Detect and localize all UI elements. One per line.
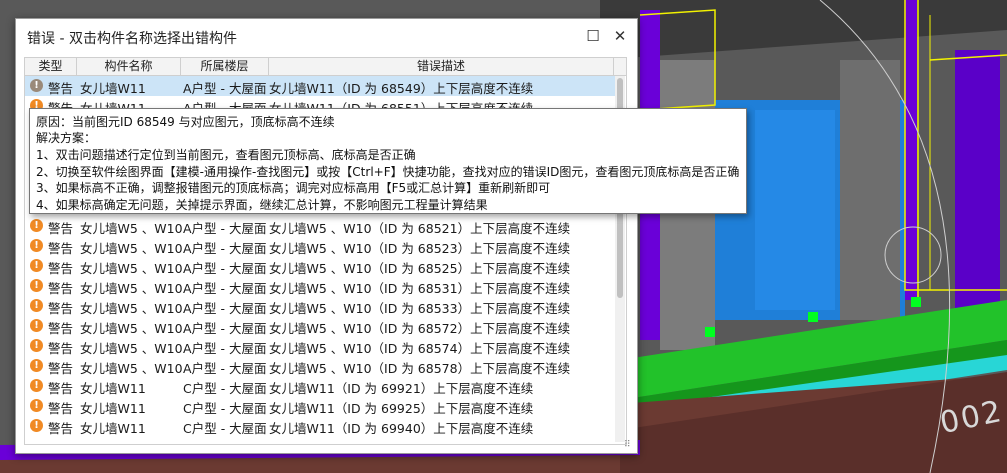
- cell-description[interactable]: 女儿墙W5 、W10（ID 为 68533）上下层高度不连续: [269, 298, 570, 317]
- warning-icon: !: [30, 359, 43, 372]
- cell-type: 警告: [48, 281, 74, 296]
- dialog-title: 错误 - 双击构件名称选择出错构件: [27, 31, 237, 47]
- column-header-floor[interactable]: 所属楼层: [181, 58, 269, 75]
- cell-component-name[interactable]: 女儿墙W5 、W10: [80, 278, 183, 297]
- cell-floor: A户型 - 大屋面: [183, 341, 267, 356]
- cell-description[interactable]: 女儿墙W5 、W10（ID 为 68525）上下层高度不连续: [269, 258, 570, 277]
- cell-floor: A户型 - 大屋面: [183, 241, 267, 256]
- cell-type: 警告: [48, 401, 74, 416]
- table-row[interactable]: ! 警告 女儿墙W5 、W10 A户型 - 大屋面 女儿墙W5 、W10（ID 为 68…: [25, 216, 615, 236]
- cell-type: 警告: [48, 301, 74, 316]
- table-row[interactable]: ! 警告 女儿墙W5 、W10 A户型 - 大屋面 女儿墙W5 、W10（ID 为 68…: [25, 356, 615, 376]
- cell-type: 警告: [48, 261, 74, 276]
- error-dialog: 错误 - 双击构件名称选择出错构件 ☐ ✕ 类型 构件名称 所属楼层 错误描述 …: [15, 18, 638, 454]
- cell-type: 警告: [48, 81, 74, 96]
- column-header-type[interactable]: 类型: [25, 58, 77, 75]
- cell-description[interactable]: 女儿墙W11（ID 为 68549）上下层高度不连续: [269, 78, 533, 97]
- warning-icon: !: [30, 239, 43, 252]
- cell-description[interactable]: 女儿墙W5 、W10（ID 为 68572）上下层高度不连续: [269, 318, 570, 337]
- column-header-description[interactable]: 错误描述: [269, 58, 614, 75]
- tooltip-solution-heading: 解决方案：: [36, 131, 97, 145]
- table-row[interactable]: ! 警告 女儿墙W11 A户型 - 大屋面 女儿墙W11（ID 为 68549）上下层高…: [25, 76, 615, 96]
- cell-component-name[interactable]: 女儿墙W5 、W10: [80, 338, 183, 357]
- cell-type: 警告: [48, 421, 74, 436]
- cell-floor: A户型 - 大屋面: [183, 261, 267, 276]
- cell-description[interactable]: 女儿墙W5 、W10（ID 为 68578）上下层高度不连续: [269, 358, 570, 377]
- cell-floor: A户型 - 大屋面: [183, 301, 267, 316]
- cell-component-name[interactable]: 女儿墙W5 、W10: [80, 238, 183, 257]
- warning-icon: !: [30, 279, 43, 292]
- cell-component-name[interactable]: 女儿墙W5 、W10: [80, 258, 183, 277]
- cell-description[interactable]: 女儿墙W5 、W10（ID 为 68523）上下层高度不连续: [269, 238, 570, 257]
- table-row[interactable]: ! 警告 女儿墙W5 、W10 A户型 - 大屋面 女儿墙W5 、W10（ID 为 68…: [25, 236, 615, 256]
- cell-type: 警告: [48, 381, 74, 396]
- cell-component-name[interactable]: 女儿墙W11: [80, 378, 146, 397]
- cell-floor: A户型 - 大屋面: [183, 281, 267, 296]
- warning-icon: !: [30, 339, 43, 352]
- table-row[interactable]: ! 警告 女儿墙W5 、W10 A户型 - 大屋面 女儿墙W5 、W10（ID 为 68…: [25, 316, 615, 336]
- cell-floor: A户型 - 大屋面: [183, 321, 267, 336]
- table-row[interactable]: ! 警告 女儿墙W11 C户型 - 大屋面 女儿墙W11（ID 为 69940）上下层高…: [25, 416, 615, 436]
- cell-component-name[interactable]: 女儿墙W5 、W10: [80, 218, 183, 237]
- cell-component-name[interactable]: 女儿墙W5 、W10: [80, 318, 183, 337]
- maximize-icon[interactable]: ☐: [582, 26, 604, 46]
- warning-icon: !: [30, 379, 43, 392]
- cell-component-name[interactable]: 女儿墙W5 、W10: [80, 358, 183, 377]
- tooltip-step-1: 1、双击问题描述行定位到当前图元，查看图元顶标高、底标高是否正确: [36, 148, 416, 162]
- warning-icon: !: [30, 399, 43, 412]
- cell-type: 警告: [48, 221, 74, 236]
- cell-type: 警告: [48, 321, 74, 336]
- cell-floor: C户型 - 大屋面: [183, 401, 267, 416]
- cell-description[interactable]: 女儿墙W11（ID 为 69940）上下层高度不连续: [269, 418, 533, 437]
- table-row[interactable]: ! 警告 女儿墙W11 C户型 - 大屋面 女儿墙W11（ID 为 69925）上下层高…: [25, 396, 615, 416]
- resize-grip-icon[interactable]: ⠿: [624, 440, 631, 450]
- warning-icon: !: [30, 259, 43, 272]
- warning-icon: !: [30, 219, 43, 232]
- cell-type: 警告: [48, 341, 74, 356]
- warning-icon: !: [30, 319, 43, 332]
- table-row[interactable]: ! 警告 女儿墙W5 、W10 A户型 - 大屋面 女儿墙W5 、W10（ID 为 68…: [25, 276, 615, 296]
- warning-icon: !: [30, 299, 43, 312]
- cell-description[interactable]: 女儿墙W5 、W10（ID 为 68574）上下层高度不连续: [269, 338, 570, 357]
- cell-floor: A户型 - 大屋面: [183, 361, 267, 376]
- cell-description[interactable]: 女儿墙W11（ID 为 69925）上下层高度不连续: [269, 398, 533, 417]
- tooltip-reason: 原因：当前图元ID 68549 与对应图元，顶底标高不连续: [36, 115, 335, 129]
- cell-floor: A户型 - 大屋面: [183, 221, 267, 236]
- table-row[interactable]: ! 警告 女儿墙W5 、W10 A户型 - 大屋面 女儿墙W5 、W10（ID 为 68…: [25, 336, 615, 356]
- dialog-titlebar[interactable]: 错误 - 双击构件名称选择出错构件 ☐ ✕: [16, 19, 637, 55]
- tooltip-step-4: 4、如果标高确定无问题，关掉提示界面，继续汇总计算，不影响图元工程量计算结果: [36, 198, 488, 212]
- cell-type: 警告: [48, 241, 74, 256]
- close-icon[interactable]: ✕: [609, 26, 631, 46]
- table-row[interactable]: ! 警告 女儿墙W5 、W10 A户型 - 大屋面 女儿墙W5 、W10（ID 为 68…: [25, 256, 615, 276]
- table-header: 类型 构件名称 所属楼层 错误描述: [25, 58, 626, 76]
- tooltip-step-3: 3、如果标高不正确，调整报错图元的顶底标高；调完对应标高用【F5或汇总计算】重新…: [36, 181, 551, 195]
- error-tooltip: 原因：当前图元ID 68549 与对应图元，顶底标高不连续 解决方案： 1、双击…: [29, 108, 747, 214]
- cell-component-name[interactable]: 女儿墙W11: [80, 398, 146, 417]
- cell-component-name[interactable]: 女儿墙W11: [80, 78, 146, 97]
- cell-floor: C户型 - 大屋面: [183, 421, 267, 436]
- cell-description[interactable]: 女儿墙W5 、W10（ID 为 68521）上下层高度不连续: [269, 218, 570, 237]
- table-row[interactable]: ! 警告 女儿墙W11 C户型 - 大屋面 女儿墙W11（ID 为 69921）上下层高…: [25, 376, 615, 396]
- cell-component-name[interactable]: 女儿墙W5 、W10: [80, 298, 183, 317]
- tooltip-step-2: 2、切换至软件绘图界面【建模-通用操作-查找图元】或按【Ctrl+F】快捷功能，…: [36, 165, 740, 179]
- cell-description[interactable]: 女儿墙W11（ID 为 69921）上下层高度不连续: [269, 378, 533, 397]
- warning-icon: !: [30, 79, 43, 92]
- column-header-name[interactable]: 构件名称: [77, 58, 181, 75]
- cell-component-name[interactable]: 女儿墙W11: [80, 418, 146, 437]
- cell-floor: C户型 - 大屋面: [183, 381, 267, 396]
- warning-icon: !: [30, 419, 43, 432]
- cell-floor: A户型 - 大屋面: [183, 81, 267, 96]
- table-row[interactable]: ! 警告 女儿墙W5 、W10 A户型 - 大屋面 女儿墙W5 、W10（ID 为 68…: [25, 296, 615, 316]
- cell-type: 警告: [48, 361, 74, 376]
- cell-description[interactable]: 女儿墙W5 、W10（ID 为 68531）上下层高度不连续: [269, 278, 570, 297]
